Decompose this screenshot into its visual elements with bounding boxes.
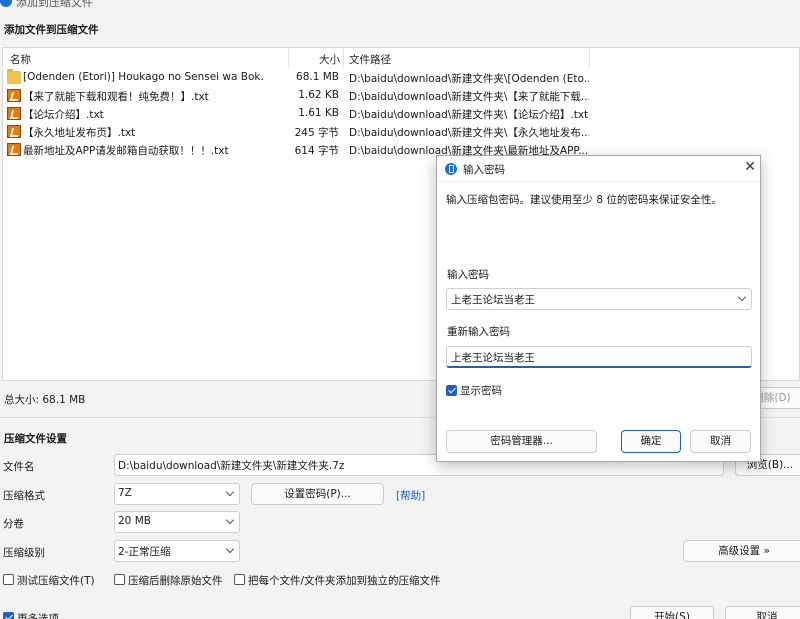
txt-file-icon bbox=[7, 125, 21, 138]
column-divider[interactable] bbox=[288, 48, 289, 68]
password-manager-button[interactable]: 密码管理器... bbox=[446, 430, 597, 453]
main-cancel-button[interactable]: 取消 bbox=[725, 606, 800, 619]
dialog-cancel-button[interactable]: 取消 bbox=[690, 430, 751, 453]
file-path: D:\baidu\download\新建文件夹\【来了就能下载... bbox=[349, 91, 589, 103]
file-size: 1.62 KB bbox=[298, 89, 339, 101]
file-name: 【来了就能下载和观看！纯免费！】.txt bbox=[23, 91, 209, 103]
volume-select[interactable]: 20 MB bbox=[114, 511, 240, 533]
title-bar: 添加到压缩文件 bbox=[0, 0, 800, 12]
total-size: 总大小: 68.1 MB bbox=[4, 394, 86, 406]
password-input[interactable]: 上老王论坛当老王 bbox=[446, 288, 752, 310]
format-value: 7Z bbox=[118, 487, 132, 499]
test-archive-label: 测试压缩文件(T) bbox=[17, 575, 95, 587]
delete-after-label: 压缩后删除原始文件 bbox=[128, 575, 223, 587]
column-header-size[interactable]: 大小 bbox=[319, 52, 340, 67]
test-archive-checkbox[interactable] bbox=[3, 574, 14, 585]
txt-file-icon bbox=[7, 107, 21, 120]
password-value: 上老王论坛当老王 bbox=[451, 294, 535, 306]
level-select[interactable]: 2-正常压缩 bbox=[114, 540, 240, 562]
file-name: [Odenden (Etori)] Houkago no Sensei wa B… bbox=[23, 71, 263, 83]
more-options-label: 更多选项 bbox=[17, 613, 59, 619]
confirm-password-input[interactable]: 上老王论坛当老王 bbox=[446, 346, 752, 368]
file-size: 245 字节 bbox=[294, 127, 339, 139]
chevron-down-icon bbox=[225, 544, 235, 554]
confirm-password-label: 重新输入密码 bbox=[447, 326, 510, 338]
format-select[interactable]: 7Z bbox=[114, 483, 240, 505]
txt-file-icon bbox=[7, 143, 21, 156]
file-path: D:\baidu\download\新建文件夹\[Odenden (Eto... bbox=[349, 73, 589, 85]
password-label: 输入密码 bbox=[447, 269, 489, 281]
level-label: 压缩级别 bbox=[3, 547, 45, 559]
volume-label: 分卷 bbox=[3, 518, 24, 530]
app-icon bbox=[0, 0, 12, 7]
volume-value: 20 MB bbox=[118, 515, 151, 527]
file-size: 614 字节 bbox=[294, 145, 339, 157]
file-name: 最新地址及APP请发邮箱自动获取！！！.txt bbox=[23, 145, 229, 157]
file-name: 【永久地址发布页】.txt bbox=[23, 127, 136, 139]
file-row[interactable]: 【永久地址发布页】.txt 245 字节 D:\baidu\download\新… bbox=[3, 123, 799, 141]
dialog-description: 输入压缩包密码。建议使用至少 8 位的密码来保证安全性。 bbox=[446, 194, 722, 206]
start-button[interactable]: 开始(S) bbox=[630, 606, 714, 619]
folder-icon bbox=[7, 69, 21, 84]
show-password-label: 显示密码 bbox=[460, 385, 502, 397]
level-value: 2-正常压缩 bbox=[118, 546, 171, 558]
separate-archives-checkbox[interactable] bbox=[234, 574, 245, 585]
file-row[interactable]: [Odenden (Etori)] Houkago no Sensei wa B… bbox=[3, 69, 799, 87]
format-label: 压缩格式 bbox=[3, 490, 45, 502]
file-name: 【论坛介绍】.txt bbox=[23, 109, 104, 121]
help-link[interactable]: [帮助] bbox=[396, 488, 425, 503]
dialog-divider bbox=[437, 181, 760, 182]
file-size: 68.1 MB bbox=[296, 71, 339, 83]
column-header-path[interactable]: 文件路径 bbox=[349, 52, 391, 67]
separate-archives-label: 把每个文件/文件夹添加到独立的压缩文件 bbox=[248, 575, 441, 587]
close-icon[interactable]: ✕ bbox=[742, 159, 758, 175]
file-row[interactable]: 【来了就能下载和观看！纯免费！】.txt 1.62 KB D:\baidu\do… bbox=[3, 87, 799, 105]
show-password-checkbox[interactable] bbox=[446, 385, 457, 396]
lock-icon bbox=[445, 163, 457, 175]
set-password-button[interactable]: 设置密码(P)... bbox=[251, 483, 384, 505]
chevron-down-icon bbox=[225, 515, 235, 525]
txt-file-icon bbox=[7, 89, 21, 102]
dialog-title: 输入密码 bbox=[463, 164, 505, 176]
advanced-settings-button[interactable]: 高级设置 » bbox=[683, 540, 800, 562]
column-divider[interactable] bbox=[343, 48, 344, 68]
window-title: 添加到压缩文件 bbox=[16, 0, 93, 9]
column-header-name[interactable]: 名称 bbox=[10, 52, 31, 67]
ok-button[interactable]: 确定 bbox=[621, 430, 681, 453]
more-options-checkbox[interactable] bbox=[3, 612, 14, 619]
chevron-down-icon[interactable] bbox=[737, 292, 747, 302]
password-dialog: 输入密码 ✕ 输入压缩包密码。建议使用至少 8 位的密码来保证安全性。 输入密码… bbox=[436, 155, 761, 462]
file-path: D:\baidu\download\新建文件夹\【论坛介绍】.txt bbox=[349, 109, 589, 121]
filename-label: 文件名 bbox=[3, 461, 35, 473]
file-path: D:\baidu\download\新建文件夹\【永久地址发布... bbox=[349, 127, 589, 139]
chevron-down-icon bbox=[225, 487, 235, 497]
file-row[interactable]: 【论坛介绍】.txt 1.61 KB D:\baidu\download\新建文… bbox=[3, 105, 799, 123]
settings-title: 压缩文件设置 bbox=[4, 433, 67, 445]
list-section-title: 添加文件到压缩文件 bbox=[4, 24, 99, 36]
delete-after-checkbox[interactable] bbox=[114, 574, 125, 585]
file-size: 1.61 KB bbox=[298, 107, 339, 119]
column-divider[interactable] bbox=[589, 48, 590, 68]
